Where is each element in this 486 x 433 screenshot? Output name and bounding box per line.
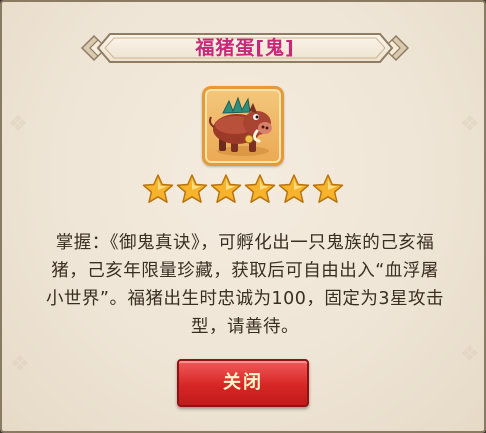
star-icon xyxy=(142,174,174,203)
title-banner: 福猪蛋[鬼] xyxy=(80,28,410,68)
star-icon xyxy=(244,174,276,203)
description-line: 猪，己亥年限量珍藏，获取后可自由出入“血浮屠 xyxy=(51,261,439,281)
close-button[interactable]: 关闭 xyxy=(177,359,309,407)
star-icon xyxy=(176,174,208,203)
background-pattern-right-lower: ❖ xyxy=(460,342,480,367)
star-icon xyxy=(278,174,310,203)
boar-pet-icon xyxy=(209,96,272,156)
description-line: 掌握：《御鬼真诀》，可孵化出一只鬼族的己亥福 xyxy=(55,233,435,253)
background-pattern-left: ❖ xyxy=(8,112,28,137)
star-icon xyxy=(312,174,344,203)
item-description: 掌握：《御鬼真诀》，可孵化出一只鬼族的己亥福 猪，己亥年限量珍藏，获取后可自由出… xyxy=(24,229,466,341)
star-icon xyxy=(210,174,242,203)
item-icon-frame[interactable] xyxy=(202,86,284,166)
dialog-title: 福猪蛋[鬼] xyxy=(195,37,295,59)
description-line: 小世界”。福猪出生时忠诚为100，固定为3星攻击 xyxy=(45,289,445,309)
star-rating xyxy=(142,173,348,207)
background-pattern-right: ❖ xyxy=(460,112,480,137)
description-line: 型，请善待。 xyxy=(191,317,299,337)
item-info-dialog: ❖ ❖ ❖ ❖ 福猪蛋[鬼] 掌握：《御鬼真诀》，可孵化出一只鬼族的己亥福 猪，… xyxy=(0,0,486,433)
background-pattern-left-lower: ❖ xyxy=(10,352,30,377)
